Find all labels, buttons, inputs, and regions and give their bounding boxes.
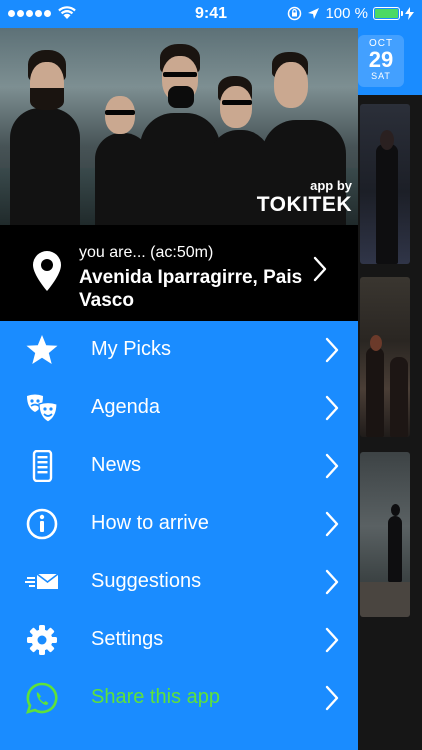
menu-item-agenda[interactable]: Agenda bbox=[0, 379, 358, 437]
location-arrow-icon bbox=[308, 8, 320, 19]
whatsapp-icon bbox=[25, 682, 59, 714]
menu-item-share-app[interactable]: Share this app bbox=[0, 669, 358, 727]
band-photo-header: app by TOKITEK bbox=[0, 28, 358, 225]
chevron-right-icon bbox=[325, 337, 339, 363]
menu-item-label: Suggestions bbox=[91, 570, 202, 592]
menu-item-suggestions[interactable]: Suggestions bbox=[0, 553, 358, 611]
event-card-image[interactable] bbox=[360, 277, 410, 437]
side-drawer: app by TOKITEK you are... (ac:50m) Aveni… bbox=[0, 0, 358, 750]
current-location-bar[interactable]: you are... (ac:50m) Avenida Iparragirre,… bbox=[0, 225, 358, 321]
drawer-menu: My Picks Agenda News How to arrive Sugge… bbox=[0, 321, 358, 727]
battery-icon bbox=[373, 7, 403, 20]
date-weekday: SAT bbox=[371, 71, 391, 81]
current-address: Avenida Iparragirre, Pais Vasco bbox=[79, 267, 303, 311]
menu-item-label: My Picks bbox=[91, 338, 171, 360]
menu-item-label: News bbox=[91, 454, 142, 476]
chevron-right-icon bbox=[325, 395, 339, 421]
battery-percentage: 100 % bbox=[325, 5, 368, 22]
chevron-right-icon bbox=[325, 569, 339, 595]
menu-item-news[interactable]: News bbox=[0, 437, 358, 495]
app-by-label: app by bbox=[310, 178, 352, 193]
rotation-lock-icon bbox=[288, 6, 302, 21]
chevron-right-icon bbox=[325, 511, 339, 537]
menu-item-label: Share this app bbox=[91, 686, 220, 708]
gear-icon bbox=[25, 624, 59, 656]
date-badge[interactable]: OCT 29 SAT bbox=[358, 35, 404, 87]
chevron-right-icon bbox=[325, 453, 339, 479]
news-phone-icon bbox=[25, 450, 59, 482]
menu-item-label: How to arrive bbox=[91, 512, 209, 534]
menu-item-my-picks[interactable]: My Picks bbox=[0, 321, 358, 379]
menu-item-settings[interactable]: Settings bbox=[0, 611, 358, 669]
date-day: 29 bbox=[368, 47, 394, 72]
star-icon bbox=[25, 334, 59, 366]
tokitek-logo: TOKITEK bbox=[256, 193, 352, 216]
chevron-right-icon bbox=[325, 627, 339, 653]
menu-item-how-to-arrive[interactable]: How to arrive bbox=[0, 495, 358, 553]
event-card-image[interactable] bbox=[360, 104, 410, 264]
status-bar: 9:41 100 % bbox=[0, 0, 422, 28]
event-card-image[interactable] bbox=[360, 452, 410, 617]
envelope-send-icon bbox=[25, 566, 59, 598]
menu-item-label: Settings bbox=[91, 628, 164, 650]
location-pin-icon bbox=[33, 251, 61, 291]
chevron-right-icon bbox=[313, 256, 327, 282]
chevron-right-icon bbox=[325, 685, 339, 711]
charging-bolt-icon bbox=[405, 7, 414, 20]
info-circle-icon bbox=[25, 508, 59, 540]
location-accuracy-label: you are... (ac:50m) bbox=[79, 244, 214, 261]
menu-item-label: Agenda bbox=[91, 396, 160, 418]
brand-badge: app by TOKITEK bbox=[257, 178, 352, 217]
theater-masks-icon bbox=[25, 392, 59, 424]
